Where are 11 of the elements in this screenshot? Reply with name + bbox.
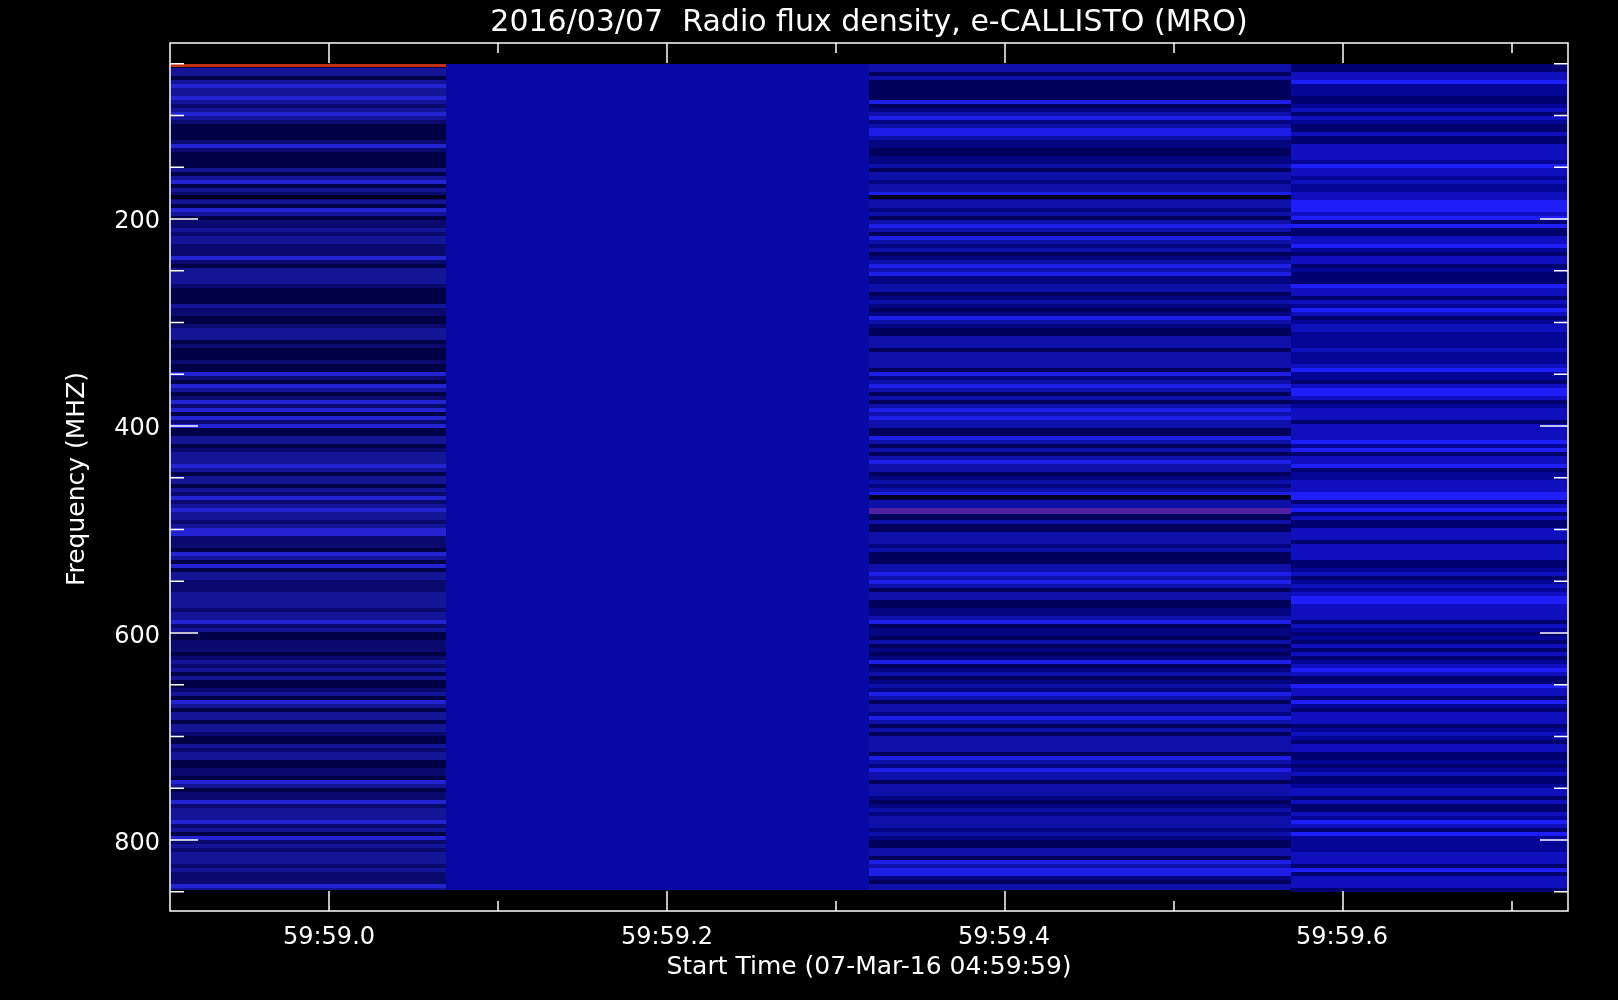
y-tick-label: 200 xyxy=(114,206,160,234)
y-tick-label: 400 xyxy=(114,413,160,441)
x-tick-label: 59:59.0 xyxy=(282,922,376,950)
y-axis-label: Frequency (MHZ) xyxy=(61,371,90,587)
x-axis-label: Start Time (07-Mar-16 04:59:59) xyxy=(666,951,1072,980)
x-tick-label: 59:59.2 xyxy=(620,922,714,950)
x-tick-label: 59:59.6 xyxy=(1295,922,1389,950)
chart-title: 2016/03/07 Radio flux density, e-CALLISTO (MRO) xyxy=(490,3,1248,38)
y-tick-label: 800 xyxy=(114,828,160,856)
x-tick-label: 59:59.4 xyxy=(957,922,1051,950)
y-tick-label: 600 xyxy=(114,621,160,649)
